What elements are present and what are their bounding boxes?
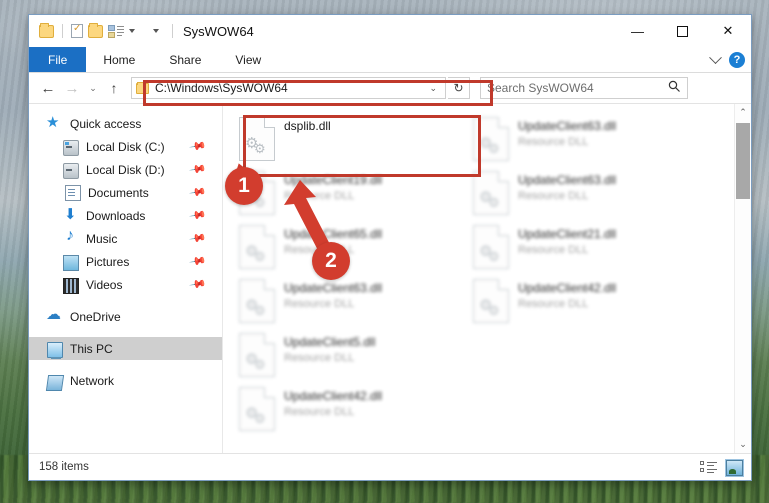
annotation-badge-1: 1 <box>225 167 263 205</box>
annotation-badge-2: 2 <box>312 242 350 280</box>
annotation-arrows <box>229 163 336 262</box>
